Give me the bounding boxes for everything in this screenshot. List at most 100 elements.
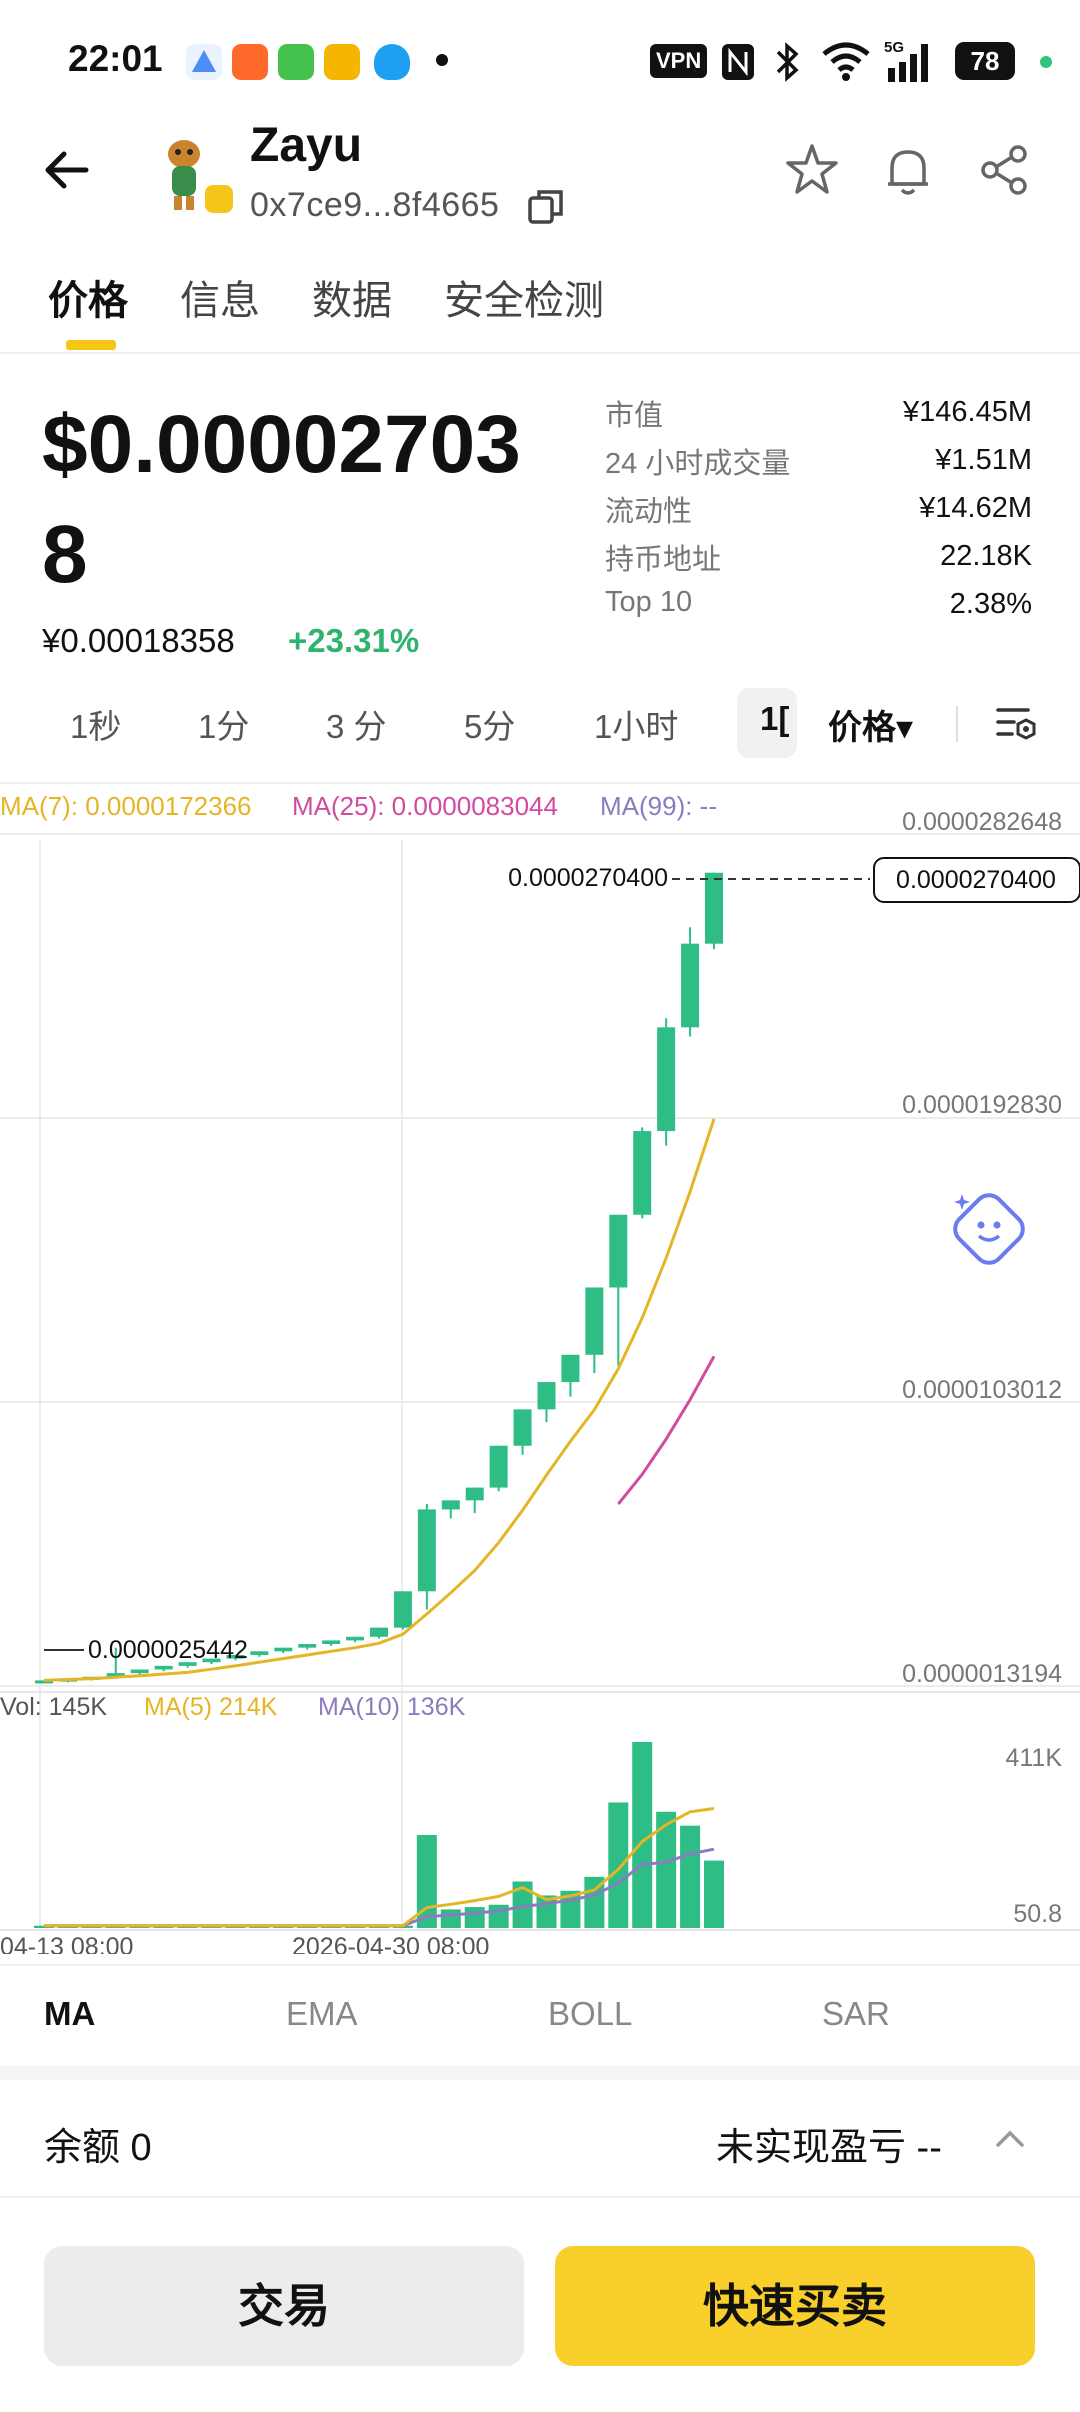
app-triangle-icon [186,44,222,80]
candle [489,1445,508,1488]
price-chart[interactable]: MA(7): 0.0000172366 MA(25): 0.0000083044… [0,784,1080,1954]
indicator-boll[interactable]: BOLL [548,1995,632,2033]
tabs-divider [0,352,1080,354]
message-icon [278,44,314,80]
stat-value-top10: 2.38% [949,588,1032,620]
tab-price[interactable]: 价格 [48,268,128,326]
bell-icon[interactable] [878,140,938,200]
interval-1h[interactable]: 1小时 [594,700,678,748]
candle [370,1627,388,1637]
token-avatar [168,140,200,210]
stat-label-holders: 持币地址 [605,544,722,576]
last-price-label: 0.0000270400 [896,866,1056,894]
candles-layer [35,872,723,1684]
stat-value-liquidity: ¥14.62M [919,492,1032,524]
tab-security[interactable]: 安全检测 [444,268,604,326]
svg-text:5G: 5G [884,39,904,56]
tab-data[interactable]: 数据 [312,268,392,326]
candle [537,1382,556,1410]
candle [633,1131,652,1215]
candle [513,1409,532,1446]
indicator-ma[interactable]: MA [44,1995,95,2033]
unrealized-pnl: 未实现盈亏 -- [716,2127,942,2169]
candle [681,943,700,1028]
candle [441,1500,460,1510]
indicator-ema[interactable]: EMA [286,1995,358,2033]
price-change: +23.31% [288,622,420,659]
cny-price: ¥0.00018358 [42,622,235,659]
chevron-up-icon[interactable] [992,2125,1028,2151]
chart-settings-icon[interactable] [994,702,1040,744]
price-type-dropdown[interactable]: 价格▾ [828,700,913,749]
wifi-icon [822,42,870,81]
candle [250,1651,269,1655]
ma99-legend: MA(99): -- [600,791,717,821]
low-price-label: 0.0000025442 [88,1636,248,1664]
candle [585,1287,604,1355]
interval-5m[interactable]: 5分 [464,700,515,748]
interval-1d[interactable]: 1[ [760,700,789,738]
candle [322,1640,341,1645]
candle [346,1636,365,1641]
mail-icon [324,44,360,80]
volume-bar [680,1825,701,1928]
stat-value-mcap: ¥146.45M [903,396,1032,428]
candle [609,1214,628,1288]
y-tick-3: 0.0000103012 [902,1376,1062,1404]
interval-1m[interactable]: 1分 [198,700,249,748]
volume-bar [464,1907,485,1928]
back-arrow-icon[interactable] [38,140,98,200]
ma7-legend: MA(7): 0.0000172366 [0,791,252,821]
candle [298,1644,317,1648]
candle [274,1647,293,1652]
tab-info[interactable]: 信息 [180,268,260,326]
usd-price-line2: 8 [42,509,88,600]
candle [561,1354,580,1383]
trade-button[interactable]: 交易 [44,2246,524,2366]
vpn-badge: VPN [650,44,708,78]
volume-ma10-legend: MA(10) 136K [318,1693,466,1721]
quick-trade-button[interactable]: 快速买卖 [555,2246,1035,2366]
toolbar-divider [956,706,958,742]
candle [154,1665,173,1670]
usd-price-line1: $0.00002703 [42,399,521,490]
app-orange-icon [232,44,268,80]
indicator-sar[interactable]: SAR [822,1995,890,2033]
volume-legend: Vol: 145K [0,1693,107,1721]
ma25-legend: MA(25): 0.0000083044 [292,791,558,821]
section-separator [0,2066,1080,2080]
stat-label-mcap: 市值 [605,400,664,432]
indicator-top-divider [0,1964,1080,1966]
y-tick-top: 0.0000282648 [902,808,1062,836]
volume-bar [440,1909,461,1928]
stat-value-holders: 22.18K [940,540,1032,572]
battery-indicator: 78 [955,42,1015,80]
balance-label: 余额 0 [44,2127,152,2169]
star-icon[interactable] [782,140,842,200]
share-icon[interactable] [974,140,1034,200]
interval-1s[interactable]: 1秒 [70,700,121,748]
signal-5g-icon: 5G [884,39,928,82]
volume-ma5-legend: MA(5) 214K [144,1693,278,1721]
notification-dot [436,54,448,66]
ma7-line [43,1118,716,1682]
bnb-chain-icon [205,185,233,213]
high-price-label: 0.0000270400 [508,864,668,892]
candle [465,1487,484,1501]
volume-bar [704,1860,724,1928]
ai-assistant-icon[interactable] [949,1189,1028,1268]
volume-layer [34,1742,724,1928]
balance-divider [0,2196,1080,2198]
volume-bar [608,1802,629,1928]
bluetooth-icon [776,42,799,82]
stat-value-volume: ¥1.51M [935,444,1032,476]
stat-label-volume: 24 小时成交量 [605,448,791,480]
x-date-2: 2026-04-30 08:00 [292,1933,489,1954]
copy-icon[interactable] [526,186,566,226]
stat-label-top10: Top 10 [605,586,693,618]
privacy-dot [1040,56,1052,68]
candle [130,1669,149,1674]
token-address: 0x7ce9...8f4665 [250,186,500,224]
x-date-1: 04-13 08:00 [0,1933,133,1954]
interval-3m[interactable]: 3 分 [326,700,387,748]
